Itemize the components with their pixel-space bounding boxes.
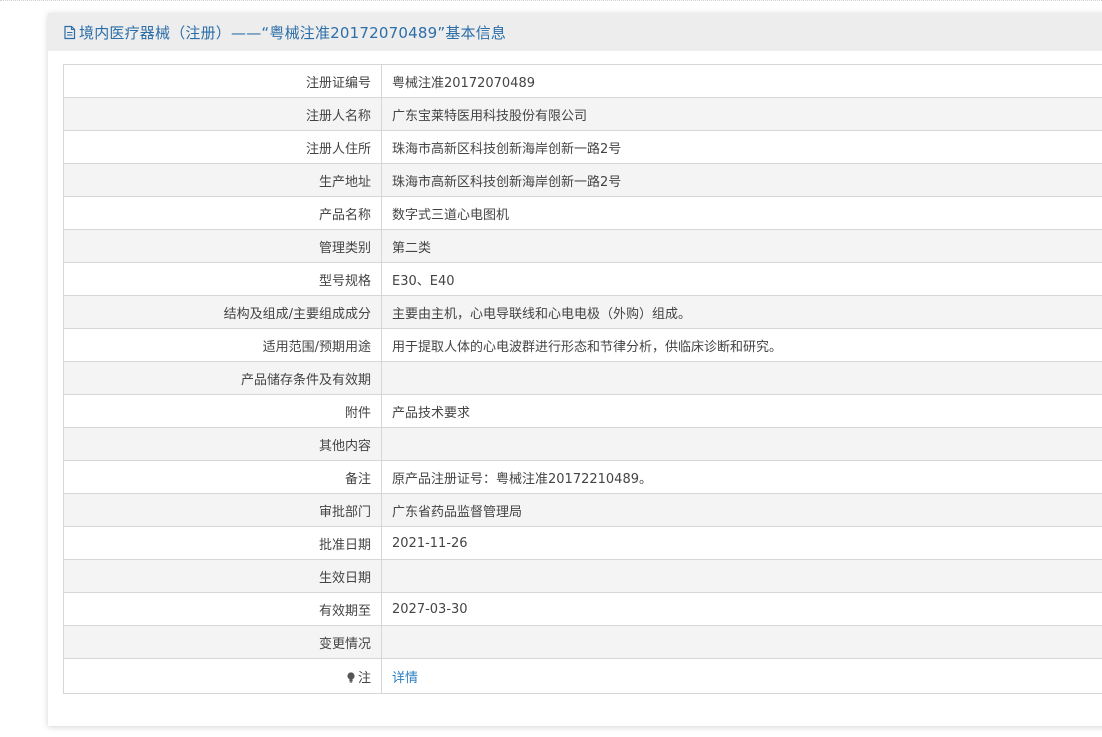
row-label: 管理类别 — [63, 229, 382, 263]
row-label: 批准日期 — [63, 526, 382, 560]
note-row: 注 详情 — [63, 658, 1102, 694]
row-value: 原产品注册证号：粤械注准20172210489。 — [381, 460, 1102, 494]
table-row: 生效日期 — [63, 559, 1102, 593]
table-row: 变更情况 — [63, 625, 1102, 659]
top-dotted-divider — [0, 0, 1102, 1]
row-value — [381, 625, 1102, 659]
row-label: 结构及组成/主要组成成分 — [63, 295, 382, 329]
row-label: 生效日期 — [63, 559, 382, 593]
table-row: 产品储存条件及有效期 — [63, 361, 1102, 395]
row-label: 注册人名称 — [63, 97, 382, 131]
table-row: 注册人名称 广东宝莱特医用科技股份有限公司 — [63, 97, 1102, 131]
row-label: 附件 — [63, 394, 382, 428]
row-value: 产品技术要求 — [381, 394, 1102, 428]
row-value: 2027-03-30 — [381, 592, 1102, 626]
row-value — [381, 559, 1102, 593]
table-row: 结构及组成/主要组成成分 主要由主机，心电导联线和心电电极（外购）组成。 — [63, 295, 1102, 329]
row-value: 珠海市高新区科技创新海岸创新一路2号 — [381, 130, 1102, 164]
table-row: 附件 产品技术要求 — [63, 394, 1102, 428]
row-value: 第二类 — [381, 229, 1102, 263]
row-value — [381, 427, 1102, 461]
panel-header: 境内医疗器械（注册）——“粤械注准20172070489”基本信息 — [48, 13, 1102, 51]
document-icon — [62, 25, 77, 40]
table-row: 注册人住所 珠海市高新区科技创新海岸创新一路2号 — [63, 130, 1102, 164]
row-label: 型号规格 — [63, 262, 382, 296]
row-label: 生产地址 — [63, 163, 382, 197]
row-label: 产品名称 — [63, 196, 382, 230]
row-value: 广东省药品监督管理局 — [381, 493, 1102, 527]
table-row: 备注 原产品注册证号：粤械注准20172210489。 — [63, 460, 1102, 494]
table-row: 管理类别 第二类 — [63, 229, 1102, 263]
row-label: 产品储存条件及有效期 — [63, 361, 382, 395]
row-value: 用于提取人体的心电波群进行形态和节律分析，供临床诊断和研究。 — [381, 328, 1102, 362]
table-row: 适用范围/预期用途 用于提取人体的心电波群进行形态和节律分析，供临床诊断和研究。 — [63, 328, 1102, 362]
table-row: 产品名称 数字式三道心电图机 — [63, 196, 1102, 230]
row-value: 广东宝莱特医用科技股份有限公司 — [381, 97, 1102, 131]
note-label: 注 — [357, 670, 371, 686]
row-value — [381, 361, 1102, 395]
detail-link[interactable]: 详情 — [392, 671, 418, 686]
row-value: 珠海市高新区科技创新海岸创新一路2号 — [381, 163, 1102, 197]
row-value: 数字式三道心电图机 — [381, 196, 1102, 230]
page: 境内医疗器械（注册）——“粤械注准20172070489”基本信息 注册证编号粤… — [0, 0, 1102, 737]
row-value: 2021-11-26 — [381, 526, 1102, 560]
row-label: 有效期至 — [63, 592, 382, 626]
row-label: 审批部门 — [63, 493, 382, 527]
row-label: 变更情况 — [63, 625, 382, 659]
row-label: 备注 — [63, 460, 382, 494]
row-value: E30、E40 — [381, 262, 1102, 296]
table-row: 注册证编号 粤械注准20172070489 — [63, 64, 1102, 98]
row-label: 注册证编号 — [63, 64, 382, 98]
table-row: 有效期至 2027-03-30 — [63, 592, 1102, 626]
page-title: 境内医疗器械（注册）——“粤械注准20172070489”基本信息 — [79, 23, 507, 42]
note-label-cell: 注 — [63, 658, 382, 694]
table-row: 生产地址 珠海市高新区科技创新海岸创新一路2号 — [63, 163, 1102, 197]
info-table-wrap: 注册证编号 粤械注准20172070489 注册人名称 广东宝莱特医用科技股份有限公… — [63, 64, 1102, 694]
row-value: 主要由主机，心电导联线和心电电极（外购）组成。 — [381, 295, 1102, 329]
table-row: 审批部门 广东省药品监督管理局 — [63, 493, 1102, 527]
note-value-cell: 详情 — [381, 658, 1102, 694]
table-row: 其他内容 — [63, 427, 1102, 461]
row-label: 其他内容 — [63, 427, 382, 461]
row-label: 注册人住所 — [63, 130, 382, 164]
row-value: 粤械注准20172070489 — [381, 64, 1102, 98]
lightbulb-icon — [346, 671, 356, 683]
row-label: 适用范围/预期用途 — [63, 328, 382, 362]
table-row: 批准日期 2021-11-26 — [63, 526, 1102, 560]
info-table: 注册证编号 粤械注准20172070489 注册人名称 广东宝莱特医用科技股份有限公… — [63, 64, 1102, 694]
table-row: 型号规格 E30、E40 — [63, 262, 1102, 296]
